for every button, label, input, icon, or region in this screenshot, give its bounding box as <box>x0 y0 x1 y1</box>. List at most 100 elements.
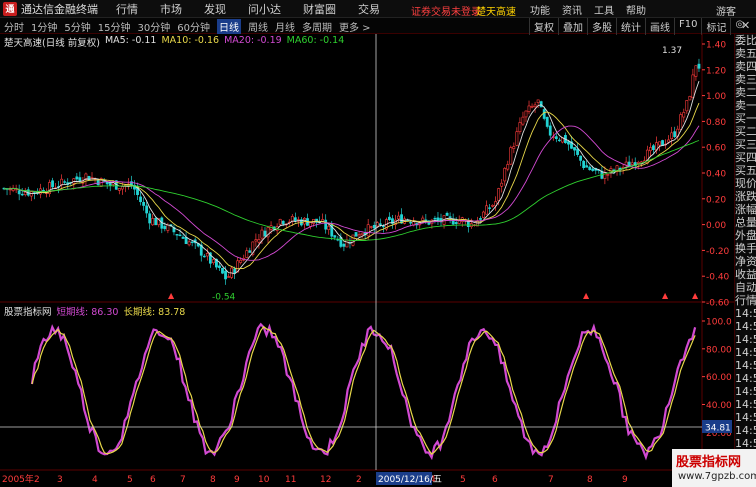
tab-more[interactable]: 更多 > <box>339 19 371 34</box>
candle-body <box>688 96 692 101</box>
indicator-axis-label: 80.00 <box>706 345 732 355</box>
tab-daily[interactable]: 日线 <box>216 19 241 34</box>
candle-body <box>139 196 142 203</box>
candle-body <box>685 100 689 112</box>
side-panel-item: 14:50 <box>735 307 756 320</box>
side-panel-item: 买四 <box>735 151 756 164</box>
side-panel-item: 委比 <box>735 34 756 47</box>
draw-line-button[interactable]: 画线 <box>645 18 674 35</box>
candle-body <box>175 234 179 236</box>
candle-body <box>178 234 182 237</box>
candle-body <box>145 205 149 214</box>
date-axis-label: 7 <box>180 475 186 485</box>
side-panel-item: 14:50 <box>735 333 756 346</box>
close-icon[interactable]: ✕ <box>741 19 750 32</box>
candle-body <box>345 239 349 248</box>
candle-body <box>233 268 237 273</box>
date-axis-label: 4 <box>92 475 98 485</box>
candle-body <box>670 132 674 139</box>
price-axis-label: 0.80 <box>706 118 726 128</box>
tab-5min[interactable]: 5分钟 <box>64 19 90 34</box>
candle-body <box>290 216 294 222</box>
high-price-label: 1.37 <box>662 46 682 56</box>
site-watermark-logo: 股票指标网 www.7gpzb.com <box>672 449 756 487</box>
overlay-button[interactable]: 叠加 <box>558 18 587 35</box>
candle-body <box>515 131 519 146</box>
f10-button[interactable]: F10 <box>674 18 701 35</box>
multi-stock-button[interactable]: 多股 <box>587 18 616 35</box>
mark-button[interactable]: 标记 <box>701 18 730 35</box>
menu-item-discover[interactable]: 发现 <box>204 1 226 17</box>
menu-item-function[interactable]: 功能 <box>530 2 550 17</box>
menu-item-help[interactable]: 帮助 <box>626 2 646 17</box>
tab-weekly[interactable]: 周线 <box>248 19 268 34</box>
date-axis-start: 2005年 <box>2 473 34 485</box>
candle-body <box>591 168 595 171</box>
candle-body <box>327 225 331 230</box>
date-axis-label: 9 <box>622 475 628 485</box>
date-axis-label: 3 <box>57 475 63 485</box>
side-panel-item: 卖一 <box>735 99 756 112</box>
tab-60min[interactable]: 60分钟 <box>177 19 210 34</box>
candle-body <box>542 109 546 119</box>
menu-item-wealth[interactable]: 财富圈 <box>303 1 336 17</box>
tab-15min[interactable]: 15分钟 <box>98 19 131 34</box>
tab-multi-period[interactable]: 多周期 <box>302 19 332 34</box>
title-bar: 通 通达信金融终端 行情 市场 发现 问小达 财富圈 交易 证券交易未登录 楚天… <box>0 0 756 18</box>
candle-body <box>221 267 224 274</box>
menu-item-tools[interactable]: 工具 <box>594 2 614 17</box>
candle-body <box>500 182 504 187</box>
guest-account-button[interactable]: 游客 <box>716 3 736 18</box>
candle-body <box>357 234 361 237</box>
candle-body <box>75 176 79 180</box>
candle-body <box>545 116 549 127</box>
price-axis-label: 0.00 <box>706 221 726 231</box>
candle-body <box>421 217 425 221</box>
menu-item-market[interactable]: 市场 <box>160 1 182 17</box>
menu-item-quotes[interactable]: 行情 <box>116 1 138 17</box>
tab-monthly[interactable]: 月线 <box>275 19 295 34</box>
kline-chart[interactable]: 1.40 1.20 1.00 0.80 0.60 0.40 0.20 0.00 -0.20 -0.… <box>0 34 734 487</box>
chart-tools: 复权 叠加 多股 统计 画线 F10 标记 ◎ <box>529 18 748 35</box>
date-cursor-label: 2005/12/16/五 <box>378 475 442 485</box>
candle-body <box>506 164 510 170</box>
side-panel-item: 14:50 <box>735 320 756 333</box>
candle-body <box>512 146 516 149</box>
adjust-button[interactable]: 复权 <box>529 18 558 35</box>
side-panel-item: 卖二 <box>735 86 756 99</box>
chart-toolbar: 分时 1分钟 5分钟 15分钟 30分钟 60分钟 日线 周线 月线 多周期 更… <box>0 18 756 35</box>
candle-body <box>154 217 158 226</box>
candle-body <box>278 219 282 225</box>
side-panel-item: 卖五 <box>735 47 756 60</box>
side-panel-item[interactable]: 自动 <box>735 281 756 294</box>
menu-item-ask[interactable]: 问小达 <box>248 1 281 17</box>
side-panel-item: 涨跌 <box>735 190 756 203</box>
side-panel-item: 卖四 <box>735 60 756 73</box>
login-warning-link[interactable]: 证券交易未登录 <box>411 3 481 18</box>
candle-body <box>679 114 683 130</box>
date-axis-label: 6 <box>150 475 156 485</box>
statistics-button[interactable]: 统计 <box>616 18 645 35</box>
crosshair-value-label: 34.81 <box>705 424 731 434</box>
candle-body <box>381 225 385 228</box>
candle-body <box>202 255 206 258</box>
candle-body <box>694 65 698 77</box>
menu-item-news[interactable]: 资讯 <box>562 2 582 17</box>
candle-body <box>521 116 525 125</box>
date-axis-label: 5 <box>460 475 466 485</box>
tab-30min[interactable]: 30分钟 <box>137 19 170 34</box>
side-panel-item: 14:50 <box>735 372 756 385</box>
candle-body <box>190 241 194 243</box>
side-panel-item: 买二 <box>735 125 756 138</box>
menu-item-trade[interactable]: 交易 <box>358 1 380 17</box>
ma5-line <box>3 80 700 275</box>
candle-body <box>567 141 570 145</box>
candle-body <box>23 191 27 195</box>
event-marker: ▲ <box>168 291 175 300</box>
tab-1min[interactable]: 1分钟 <box>31 19 57 34</box>
candle-body <box>151 218 155 226</box>
tab-intraday[interactable]: 分时 <box>4 19 24 34</box>
candle-body <box>539 101 543 108</box>
candle-body <box>557 139 561 142</box>
candle-body <box>436 217 440 221</box>
